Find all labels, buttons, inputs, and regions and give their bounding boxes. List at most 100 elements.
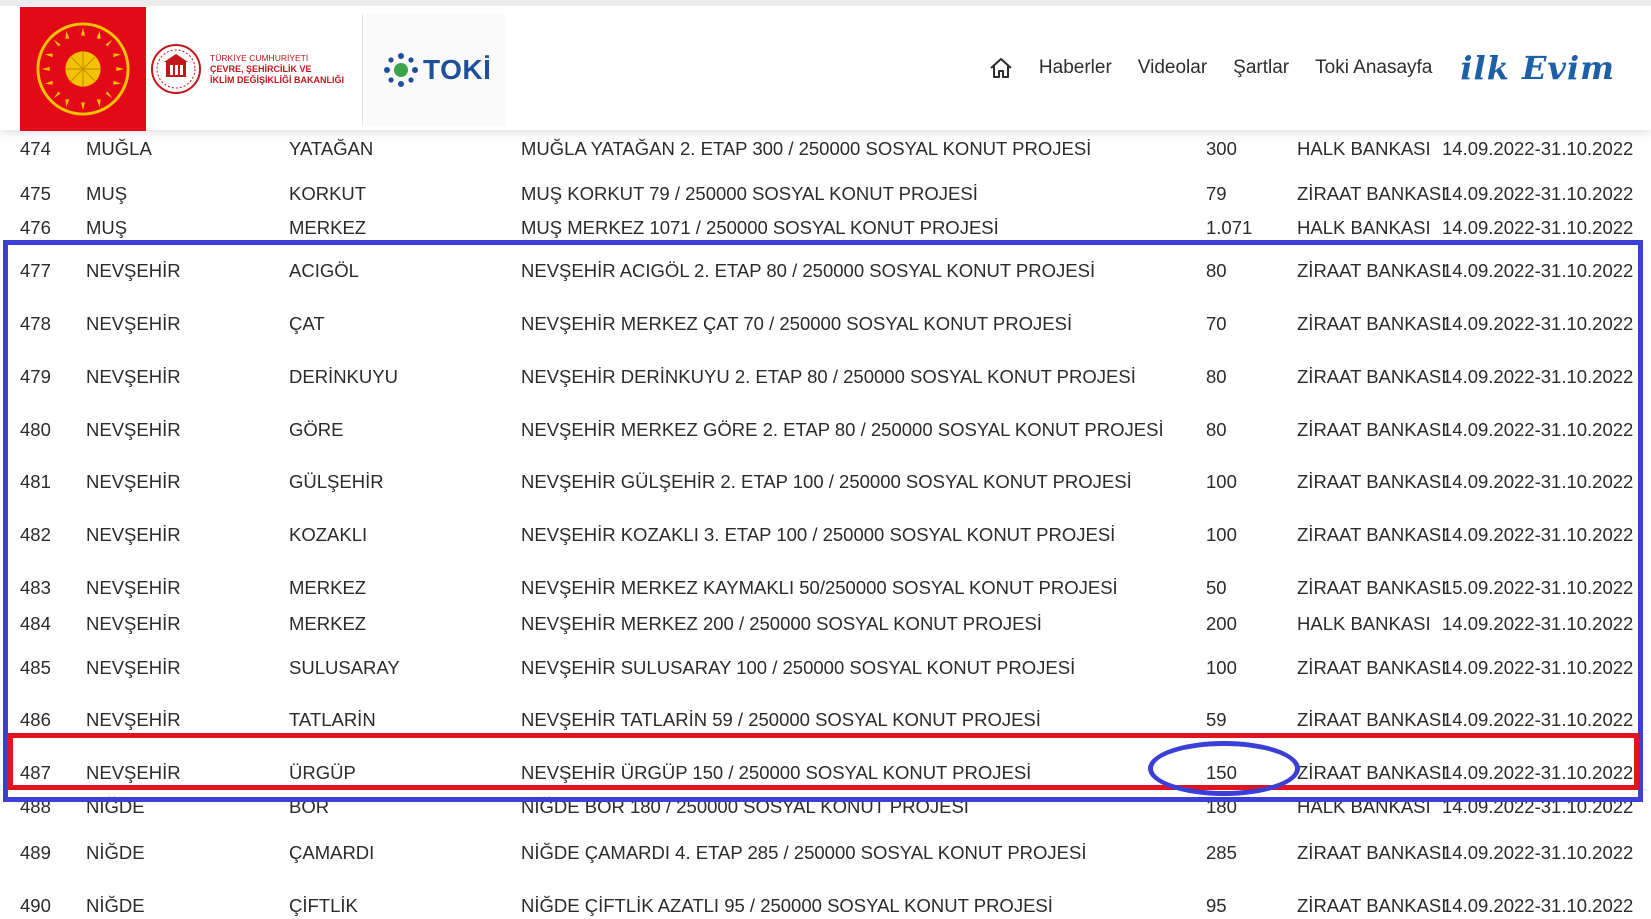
cell-banka: ZİRAAT BANKASI — [1297, 895, 1447, 916]
ilk-evim-brand[interactable]: ilk Evim — [1460, 49, 1615, 87]
top-border — [0, 0, 1651, 6]
cell-banka: ZİRAAT BANKASI — [1297, 842, 1447, 863]
cell-il: NİĞDE — [86, 796, 145, 817]
cell-no: 474 — [20, 138, 51, 159]
cell-proje: NİĞDE ÇİFTLİK AZATLI 95 / 250000 SOSYAL … — [521, 895, 1053, 916]
cell-konut: 1.071 — [1206, 217, 1253, 238]
cell-no: 489 — [20, 842, 51, 863]
table-row: 477 NEVŞEHİR ACIGÖL NEVŞEHİR ACIGÖL 2. ETAP… — [0, 246, 1651, 296]
cell-proje: NEVŞEHİR DERİNKUYU 2. ETAP 80 / 250000 S… — [521, 366, 1136, 387]
home-icon — [990, 58, 1012, 78]
nav-videolar[interactable]: Videolar — [1138, 57, 1207, 79]
cell-no: 478 — [20, 313, 51, 334]
table-row: 486 NEVŞEHİR TATLARİN NEVŞEHİR TATLARİN 59 … — [0, 695, 1651, 745]
table-row: 481 NEVŞEHİR GÜLŞEHİR NEVŞEHİR GÜLŞEHİR 2. … — [0, 457, 1651, 507]
cell-banka: HALK BANKASI — [1297, 217, 1431, 238]
cell-tarih: 14.09.2022-31.10.2022 — [1442, 260, 1634, 281]
cell-konut: 180 — [1206, 796, 1237, 817]
cell-tarih: 14.09.2022-31.10.2022 — [1442, 895, 1634, 916]
cell-il: NEVŞEHİR — [86, 366, 181, 387]
ministry-name: TÜRKİYE CUMHURİYETİ ÇEVRE, ŞEHİRCİLİK VE… — [210, 53, 344, 86]
cell-ilce: SULUSARAY — [289, 657, 400, 678]
cell-tarih: 14.09.2022-31.10.2022 — [1442, 842, 1634, 863]
table-row: 485 NEVŞEHİR SULUSARAY NEVŞEHİR SULUSARAY 1… — [0, 643, 1651, 693]
cell-banka: ZİRAAT BANKASI — [1297, 419, 1447, 440]
nav-toki-anasayfa[interactable]: Toki Anasayfa — [1315, 57, 1432, 79]
cell-banka: ZİRAAT BANKASI — [1297, 657, 1447, 678]
cell-tarih: 14.09.2022-31.10.2022 — [1442, 796, 1634, 817]
cell-konut: 100 — [1206, 657, 1237, 678]
cell-il: NEVŞEHİR — [86, 471, 181, 492]
cell-il: NEVŞEHİR — [86, 260, 181, 281]
nav-haberler[interactable]: Haberler — [1039, 57, 1112, 79]
cell-proje: NEVŞEHİR MERKEZ 200 / 250000 SOSYAL KONU… — [521, 613, 1042, 634]
cell-il: NİĞDE — [86, 895, 145, 916]
cell-proje: MUĞLA YATAĞAN 2. ETAP 300 / 250000 SOSYA… — [521, 138, 1092, 159]
table-row: 484 NEVŞEHİR MERKEZ NEVŞEHİR MERKEZ 200 / 2… — [0, 606, 1651, 642]
cell-konut: 59 — [1206, 709, 1227, 730]
cell-ilce: TATLARİN — [289, 709, 376, 730]
ministry-logo[interactable]: TÜRKİYE CUMHURİYETİ ÇEVRE, ŞEHİRCİLİK VE… — [150, 14, 360, 124]
cell-proje: NEVŞEHİR MERKEZ GÖRE 2. ETAP 80 / 250000… — [521, 419, 1164, 440]
cell-proje: NEVŞEHİR GÜLŞEHİR 2. ETAP 100 / 250000 S… — [521, 471, 1132, 492]
cell-konut: 285 — [1206, 842, 1237, 863]
table-row: 476 MUŞ MERKEZ MUŞ MERKEZ 1071 / 250000 SOS… — [0, 210, 1651, 246]
cell-no: 484 — [20, 613, 51, 634]
cell-no: 486 — [20, 709, 51, 730]
cell-tarih: 14.09.2022-31.10.2022 — [1442, 709, 1634, 730]
ministry-emblem-icon — [151, 44, 201, 94]
cell-konut: 100 — [1206, 471, 1237, 492]
cell-ilce: MERKEZ — [289, 217, 367, 238]
main-nav: Haberler Videolar Şartlar Toki Anasayfa … — [989, 6, 1651, 130]
cell-ilce: DERİNKUYU — [289, 366, 398, 387]
cell-ilce: GÜLŞEHİR — [289, 471, 384, 492]
cell-ilce: GÖRE — [289, 419, 344, 440]
cell-proje: NİĞDE BOR 180 / 250000 SOSYAL KONUT PROJ… — [521, 796, 969, 817]
cell-tarih: 14.09.2022-31.10.2022 — [1442, 471, 1634, 492]
cell-il: NEVŞEHİR — [86, 709, 181, 730]
cell-ilce: ÇAT — [289, 313, 325, 334]
cell-tarih: 14.09.2022-31.10.2022 — [1442, 138, 1634, 159]
cell-il: MUŞ — [86, 217, 128, 238]
cell-il: NEVŞEHİR — [86, 419, 181, 440]
project-table: 473MUĞLAMİLASMUĞLA MİLAS 2. ETAP 300 / 2… — [0, 0, 1651, 919]
cell-konut: 80 — [1206, 260, 1227, 281]
nav-sartlar[interactable]: Şartlar — [1233, 57, 1289, 79]
cell-proje: MUŞ MERKEZ 1071 / 250000 SOSYAL KONUT PR… — [521, 217, 999, 238]
cell-no: 477 — [20, 260, 51, 281]
cell-ilce: ÇAMARDI — [289, 842, 375, 863]
toki-wordmark: TOKİ — [423, 54, 492, 85]
cell-ilce: MERKEZ — [289, 613, 367, 634]
home-link[interactable] — [989, 57, 1013, 79]
cell-banka: ZİRAAT BANKASI — [1297, 313, 1447, 334]
cell-no: 482 — [20, 524, 51, 545]
presidential-seal-logo[interactable] — [20, 7, 146, 131]
cell-ilce: KOZAKLI — [289, 524, 368, 545]
cell-banka: ZİRAAT BANKASI — [1297, 366, 1447, 387]
table-row: 479 NEVŞEHİR DERİNKUYU NEVŞEHİR DERİNKUYU 2… — [0, 352, 1651, 402]
toki-logo[interactable]: TOKİ — [365, 14, 505, 126]
cell-konut: 300 — [1206, 138, 1237, 159]
cell-konut: 80 — [1206, 366, 1227, 387]
cell-konut: 80 — [1206, 419, 1227, 440]
cell-tarih: 14.09.2022-31.10.2022 — [1442, 313, 1634, 334]
cell-il: NEVŞEHİR — [86, 524, 181, 545]
cell-tarih: 14.09.2022-31.10.2022 — [1442, 613, 1634, 634]
cell-tarih: 14.09.2022-31.10.2022 — [1442, 366, 1634, 387]
ministry-line1: TÜRKİYE CUMHURİYETİ — [210, 52, 309, 63]
site-header: TÜRKİYE CUMHURİYETİ ÇEVRE, ŞEHİRCİLİK VE… — [0, 6, 1651, 131]
cell-banka: HALK BANKASI — [1297, 796, 1431, 817]
cell-no: 481 — [20, 471, 51, 492]
table-row: 489 NİĞDE ÇAMARDI NİĞDE ÇAMARDI 4. ETAP 285… — [0, 828, 1651, 878]
table-row: 488 NİĞDE BOR NİĞDE BOR 180 / 250000 SOSYAL… — [0, 789, 1651, 825]
cell-proje: NEVŞEHİR MERKEZ ÇAT 70 / 250000 SOSYAL K… — [521, 313, 1073, 334]
cell-no: 479 — [20, 366, 51, 387]
cell-konut: 70 — [1206, 313, 1227, 334]
cell-banka: ZİRAAT BANKASI — [1297, 524, 1447, 545]
cell-konut: 100 — [1206, 524, 1237, 545]
table-row: 480 NEVŞEHİR GÖRE NEVŞEHİR MERKEZ GÖRE 2. E… — [0, 405, 1651, 455]
cell-il: MUĞLA — [86, 138, 152, 159]
cell-no: 485 — [20, 657, 51, 678]
cell-il: NEVŞEHİR — [86, 313, 181, 334]
cell-tarih: 14.09.2022-31.10.2022 — [1442, 657, 1634, 678]
